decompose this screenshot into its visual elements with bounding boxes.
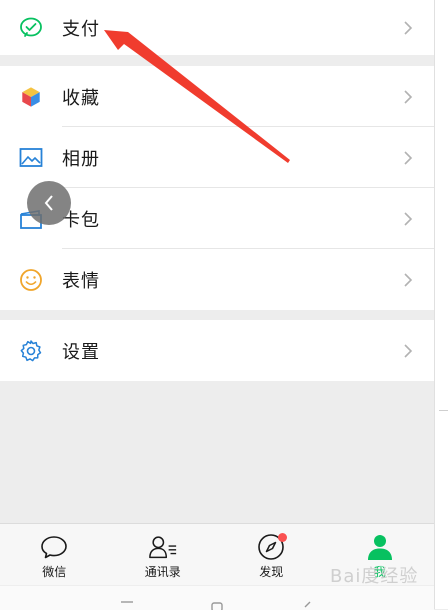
- tab-chats[interactable]: 微信: [0, 524, 109, 586]
- compass-icon: [256, 533, 288, 561]
- tab-label: 微信: [42, 565, 67, 579]
- new-badge-dot: [278, 533, 288, 542]
- menu-item-label: 表情: [62, 270, 100, 292]
- album-icon: [18, 145, 44, 171]
- menu-item-favorites[interactable]: 收藏: [0, 66, 434, 127]
- menu-item-settings[interactable]: 设置: [0, 320, 434, 381]
- menu-nav-icon[interactable]: [120, 600, 134, 608]
- menu-item-stickers[interactable]: 表情: [0, 249, 434, 310]
- chevron-left-icon: [44, 195, 53, 211]
- contacts-icon: [148, 533, 178, 561]
- favorites-cube-icon: [18, 84, 44, 110]
- menu-item-label: 支付: [62, 18, 100, 40]
- menu-item-label: 相册: [62, 148, 100, 170]
- watermark-text: Bai度经验: [330, 566, 419, 587]
- chevron-right-icon: [404, 211, 413, 226]
- floating-back-button[interactable]: [27, 181, 71, 225]
- tab-label: 通讯录: [144, 565, 181, 579]
- menu-item-pay[interactable]: 支付: [0, 0, 434, 55]
- chevron-right-icon: [404, 272, 413, 287]
- smile-icon: [18, 267, 44, 293]
- chevron-right-icon: [404, 89, 413, 104]
- page-edge-strip: [434, 0, 448, 609]
- tab-discover[interactable]: 发现: [217, 524, 326, 586]
- chevron-right-icon: [404, 150, 413, 165]
- pay-group: 支付: [0, 0, 434, 55]
- tab-contacts[interactable]: 通讯录: [109, 524, 218, 586]
- tab-label: 发现: [259, 565, 284, 579]
- me-screen: 支付 收藏 相册 卡包 表情 设置 微信 通讯录 发现 我: [0, 0, 434, 610]
- menu-item-label: 设置: [62, 341, 100, 363]
- system-nav-bar: [0, 585, 434, 610]
- person-icon: [365, 533, 395, 561]
- wechat-pay-icon: [18, 15, 44, 41]
- chevron-right-icon: [404, 343, 413, 358]
- chat-bubble-icon: [39, 533, 69, 561]
- menu-item-album[interactable]: 相册: [0, 127, 434, 188]
- chevron-right-icon: [404, 20, 413, 35]
- edge-divider: [439, 410, 448, 411]
- gear-icon: [18, 338, 44, 364]
- settings-group: 设置: [0, 320, 434, 381]
- menu-item-label: 收藏: [62, 87, 100, 109]
